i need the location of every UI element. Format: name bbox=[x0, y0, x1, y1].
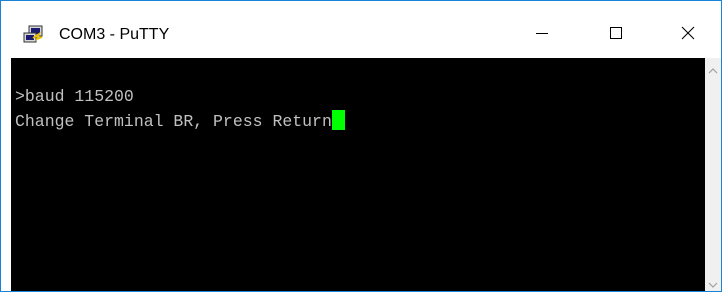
title-bar[interactable]: COM3 - PuTTY bbox=[1, 1, 721, 57]
maximize-button[interactable] bbox=[593, 15, 639, 55]
maximize-icon bbox=[608, 25, 624, 46]
close-button[interactable] bbox=[665, 15, 711, 55]
minimize-icon bbox=[534, 25, 550, 46]
vertical-scrollbar[interactable] bbox=[705, 58, 721, 291]
minimize-button[interactable] bbox=[519, 15, 565, 55]
putty-window: COM3 - PuTTY >baud 115200 Change Termina… bbox=[0, 0, 722, 292]
putty-app-icon[interactable] bbox=[23, 25, 45, 45]
terminal-line: Change Terminal BR, Press Return bbox=[15, 110, 345, 133]
chevron-down-icon[interactable] bbox=[705, 278, 721, 291]
terminal-line-text: >baud 115200 bbox=[15, 87, 134, 106]
terminal-line-text: Change Terminal BR, Press Return bbox=[15, 112, 332, 131]
terminal-screen[interactable]: >baud 115200 Change Terminal BR, Press R… bbox=[11, 58, 705, 291]
close-icon bbox=[680, 25, 696, 46]
terminal-line: >baud 115200 bbox=[15, 86, 134, 108]
chevron-up-icon[interactable] bbox=[705, 64, 721, 78]
terminal-cursor bbox=[331, 110, 345, 130]
window-title: COM3 - PuTTY bbox=[59, 26, 170, 43]
